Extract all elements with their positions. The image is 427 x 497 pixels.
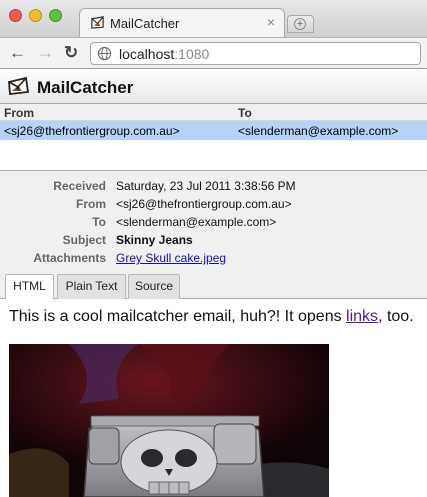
- tab-plain-text[interactable]: Plain Text: [57, 274, 126, 299]
- meta-received-label: Received: [53, 179, 106, 193]
- meta-to-row: To <slenderman@example.com>: [0, 215, 427, 233]
- body-text-before: This is a cool mailcatcher email, huh?! …: [9, 308, 347, 325]
- attachment-link[interactable]: Grey Skull cake.jpeg: [116, 251, 226, 265]
- meta-subject-row: Subject Skinny Jeans: [0, 233, 427, 251]
- app-title: MailCatcher: [37, 78, 134, 97]
- message-metadata: Received Saturday, 23 Jul 2011 3:38:56 P…: [0, 171, 427, 271]
- meta-from-value: <sj26@thefrontiergroup.com.au>: [116, 197, 292, 211]
- meta-from-label: From: [76, 197, 106, 211]
- address-bar[interactable]: localhost:1080: [90, 42, 421, 65]
- new-tab-button[interactable]: +: [287, 15, 314, 33]
- browser-titlebar: MailCatcher × +: [0, 0, 427, 37]
- meta-attachments-label: Attachments: [33, 251, 106, 265]
- message-row-from: <sj26@thefrontiergroup.com.au>: [4, 124, 180, 138]
- window-minimize-button[interactable]: [29, 9, 42, 22]
- format-tabs: HTML Plain Text Source: [0, 271, 427, 300]
- meta-received-row: Received Saturday, 23 Jul 2011 3:38:56 P…: [0, 179, 427, 197]
- tab-title: MailCatcher: [110, 16, 180, 31]
- body-text-after: , too.: [378, 308, 414, 325]
- window-close-button[interactable]: [9, 9, 22, 22]
- body-link[interactable]: links: [346, 308, 378, 325]
- app-header: MailCatcher: [0, 69, 427, 104]
- message-body-text: This is a cool mailcatcher email, huh?! …: [9, 308, 414, 326]
- meta-attachments-value: Grey Skull cake.jpeg: [116, 251, 226, 265]
- meta-from-row: From <sj26@thefrontiergroup.com.au>: [0, 197, 427, 215]
- column-header-to[interactable]: To: [238, 106, 252, 120]
- message-row-to: <slenderman@example.com>: [238, 124, 399, 138]
- meta-received-value: Saturday, 23 Jul 2011 3:38:56 PM: [116, 179, 296, 193]
- reload-icon[interactable]: ↻: [64, 42, 78, 64]
- meta-attachments-row: Attachments Grey Skull cake.jpeg: [0, 251, 427, 269]
- url-port: :1080: [174, 46, 210, 62]
- tab-html[interactable]: HTML: [5, 274, 54, 300]
- arrow-left-icon[interactable]: ←: [9, 42, 26, 64]
- url-host: localhost: [119, 46, 175, 62]
- message-body: This is a cool mailcatcher email, huh?! …: [0, 299, 427, 497]
- browser-toolbar: ← → ↻ localhost:1080: [0, 37, 427, 69]
- column-header-from[interactable]: From: [4, 106, 34, 120]
- message-row[interactable]: <sj26@thefrontiergroup.com.au> <slenderm…: [0, 121, 427, 140]
- meta-to-value: <slenderman@example.com>: [116, 215, 277, 229]
- window-zoom-button[interactable]: [49, 9, 62, 22]
- close-icon[interactable]: ×: [267, 14, 275, 30]
- plus-icon: +: [294, 18, 306, 30]
- mailcatcher-logo-icon: [8, 76, 30, 95]
- skull-cake-image: [9, 344, 329, 497]
- message-list-header: From To: [0, 104, 427, 121]
- message-list-empty-area: [0, 140, 427, 171]
- globe-icon: [97, 46, 112, 61]
- meta-subject-label: Subject: [62, 233, 106, 247]
- meta-subject-value: Skinny Jeans: [116, 233, 193, 247]
- browser-tab[interactable]: MailCatcher ×: [79, 8, 285, 37]
- url-text: localhost:1080: [119, 46, 209, 62]
- mailcatcher-favicon-icon: [91, 16, 104, 29]
- tab-source[interactable]: Source: [128, 274, 180, 299]
- arrow-right-icon[interactable]: →: [37, 42, 54, 64]
- meta-to-label: To: [92, 215, 106, 229]
